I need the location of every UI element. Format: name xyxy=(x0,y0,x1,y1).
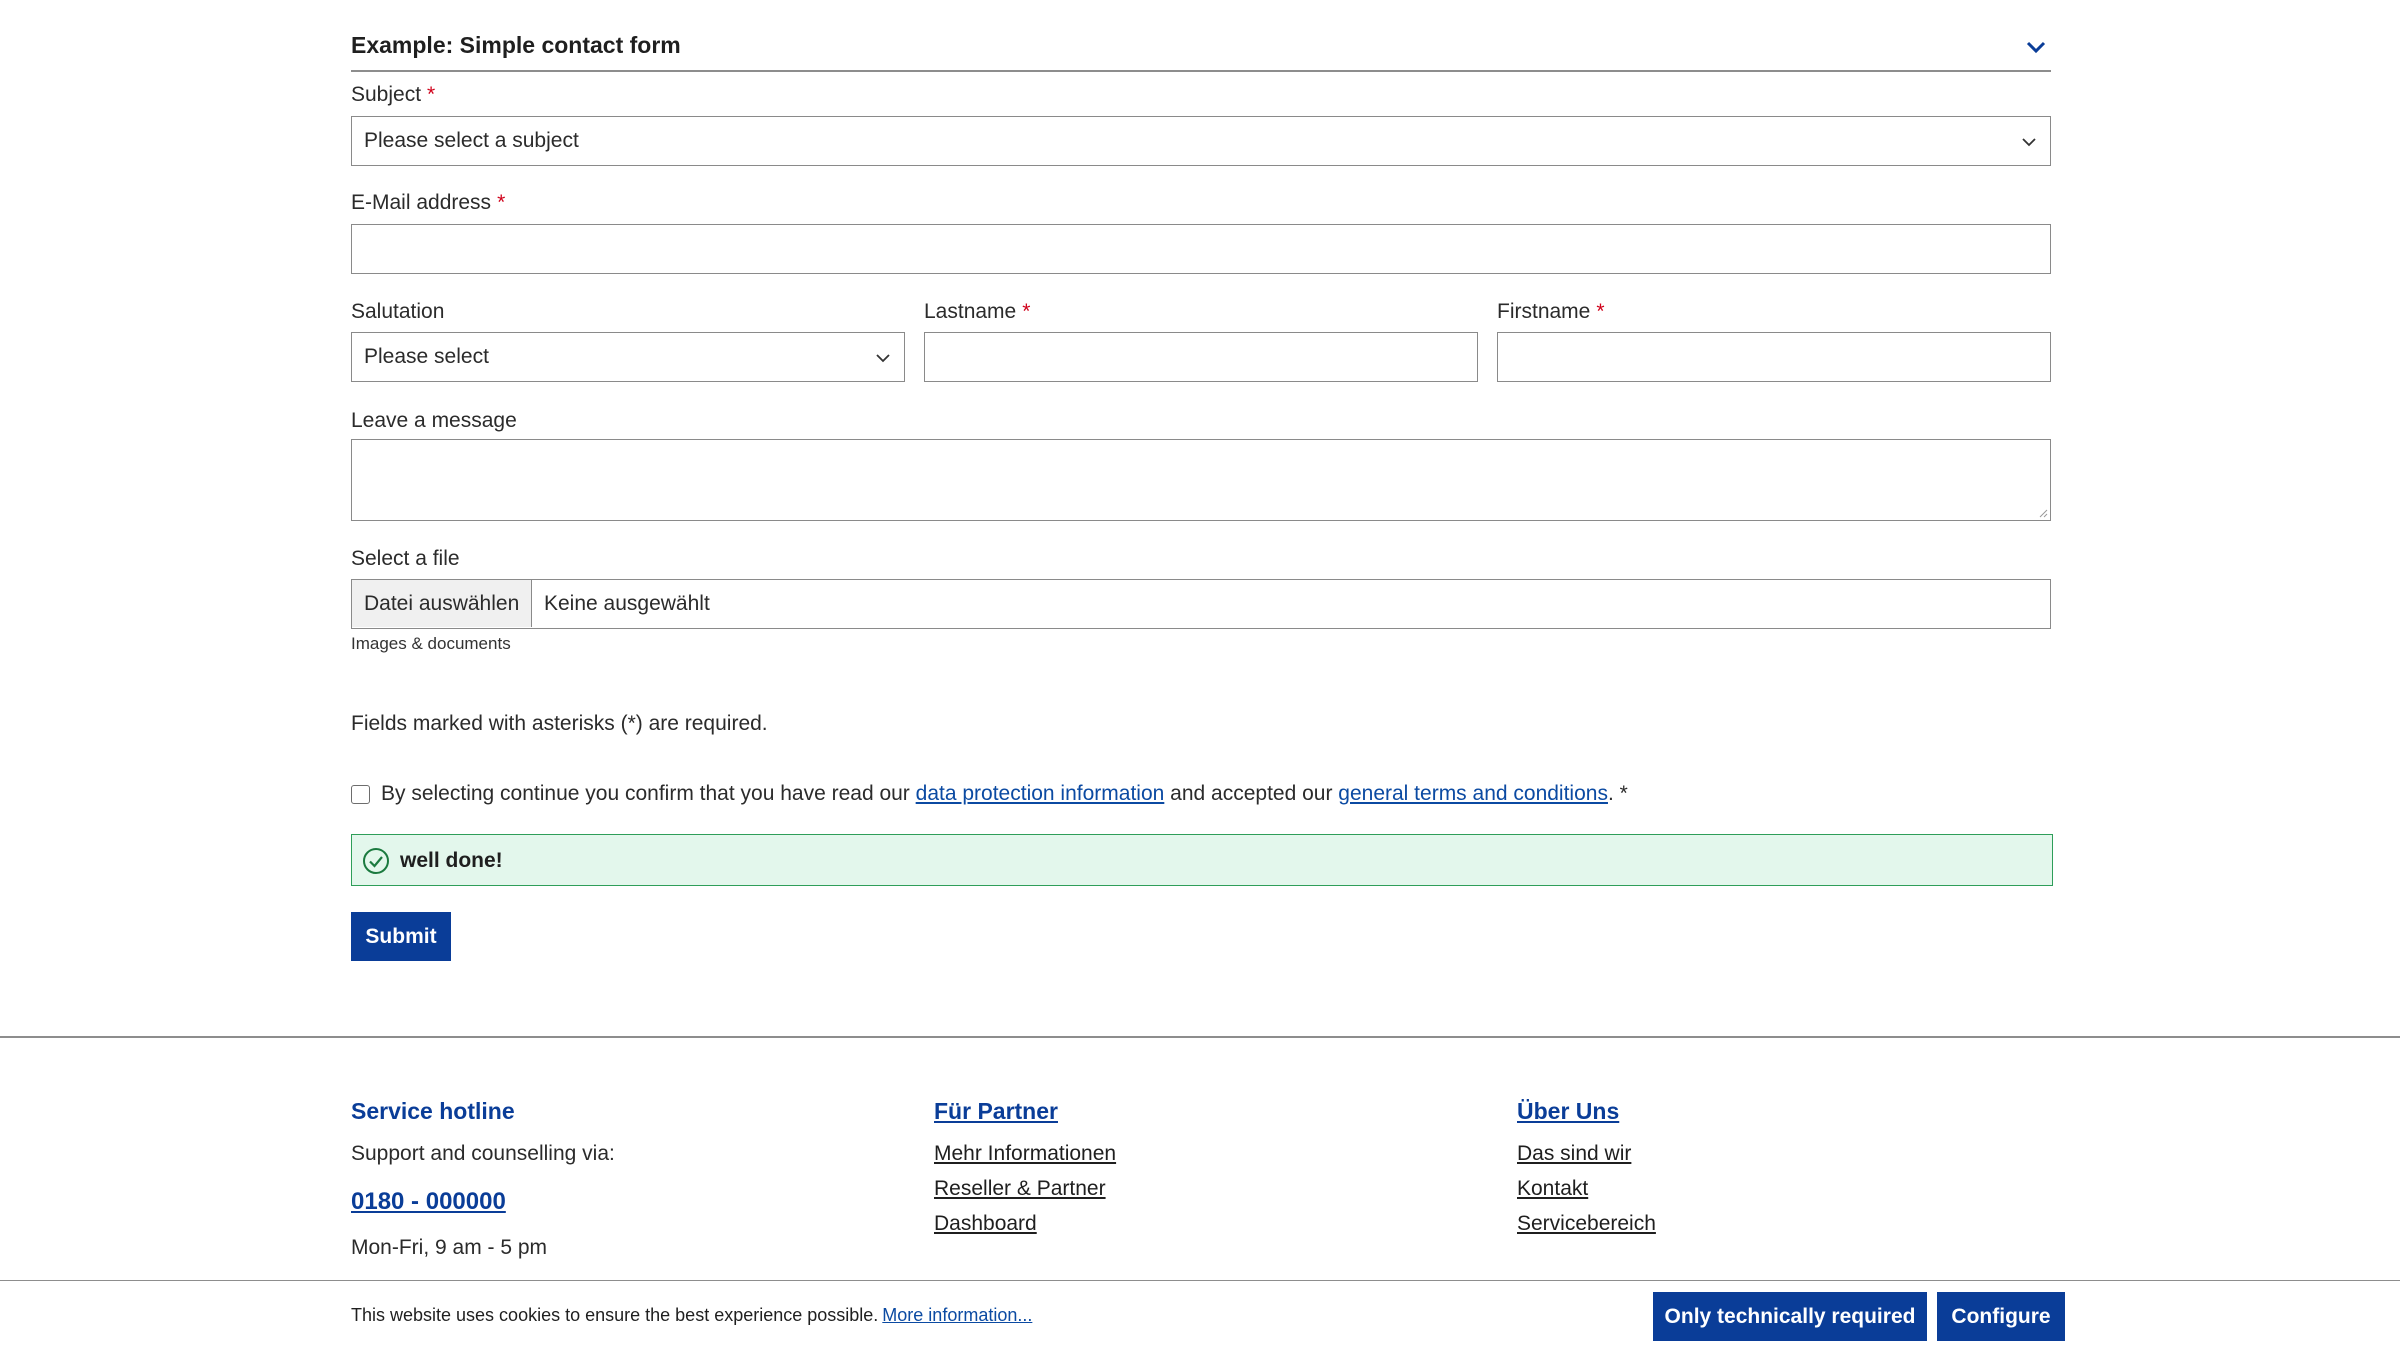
file-label: Select a file xyxy=(351,547,460,570)
data-protection-link[interactable]: data protection information xyxy=(916,782,1165,805)
message-textarea[interactable] xyxy=(351,439,2051,521)
hotline-link[interactable]: 0180 - 000000 xyxy=(351,1188,615,1216)
required-mark: * xyxy=(427,83,436,106)
footer-about: Über Uns Das sind wir Kontakt Serviceber… xyxy=(1517,1098,1656,1247)
partner-title-link[interactable]: Für Partner xyxy=(934,1098,1116,1125)
footer-divider xyxy=(0,1036,2400,1038)
chevron-down-icon xyxy=(876,354,890,363)
message-label: Leave a message xyxy=(351,409,517,432)
firstname-label: Firstname * xyxy=(1497,300,1605,323)
required-note: Fields marked with asterisks (*) are req… xyxy=(351,712,768,735)
salutation-select[interactable]: Please select xyxy=(351,332,905,382)
lastname-field[interactable] xyxy=(924,332,1478,382)
only-technical-button[interactable]: Only technically required xyxy=(1653,1292,1927,1341)
footer-link-kontakt[interactable]: Kontakt xyxy=(1517,1177,1656,1201)
resize-handle-icon[interactable] xyxy=(2038,508,2048,518)
configure-button[interactable]: Configure xyxy=(1937,1292,2065,1341)
file-input[interactable]: Datei auswählen Keine ausgewählt xyxy=(351,579,2051,629)
subject-select[interactable]: Please select a subject xyxy=(351,116,2051,166)
required-mark: * xyxy=(1596,300,1605,323)
chevron-down-icon[interactable] xyxy=(2025,36,2047,58)
check-circle-icon xyxy=(363,848,389,874)
service-title: Service hotline xyxy=(351,1098,515,1124)
about-title-link[interactable]: Über Uns xyxy=(1517,1098,1656,1125)
success-alert: well done! xyxy=(351,834,2053,886)
footer-link-servicebereich[interactable]: Servicebereich xyxy=(1517,1212,1656,1236)
form-title: Example: Simple contact form xyxy=(351,32,681,58)
required-mark: * xyxy=(1022,300,1031,323)
footer-link-dashboard[interactable]: Dashboard xyxy=(934,1212,1116,1236)
subject-select-value: Please select a subject xyxy=(364,129,579,152)
lastname-label: Lastname * xyxy=(924,300,1031,323)
terms-link[interactable]: general terms and conditions xyxy=(1338,782,1608,805)
service-subtitle: Support and counselling via: xyxy=(351,1142,615,1165)
success-message: well done! xyxy=(400,849,503,872)
salutation-label: Salutation xyxy=(351,300,445,323)
email-field[interactable] xyxy=(351,224,2051,274)
file-hint: Images & documents xyxy=(351,634,511,653)
footer-link-reseller[interactable]: Reseller & Partner xyxy=(934,1177,1116,1201)
salutation-select-value: Please select xyxy=(364,345,489,368)
required-mark: * xyxy=(497,191,506,214)
cookie-more-info-link[interactable]: More information... xyxy=(882,1305,1032,1325)
footer-partner: Für Partner Mehr Informationen Reseller … xyxy=(934,1098,1116,1247)
firstname-field[interactable] xyxy=(1497,332,2051,382)
submit-button[interactable]: Submit xyxy=(351,912,451,961)
consent-checkbox[interactable] xyxy=(351,785,370,804)
footer-link-mehr-informationen[interactable]: Mehr Informationen xyxy=(934,1142,1116,1166)
cookie-banner: This website uses cookies to ensure the … xyxy=(0,1280,2400,1350)
service-hours: Mon-Fri, 9 am - 5 pm xyxy=(351,1236,548,1259)
chevron-down-icon xyxy=(2022,138,2036,147)
subject-label: Subject * xyxy=(351,83,436,106)
footer-link-das-sind-wir[interactable]: Das sind wir xyxy=(1517,1142,1656,1166)
consent-text: By selecting continue you confirm that y… xyxy=(381,782,1628,805)
form-section-header[interactable]: Example: Simple contact form xyxy=(351,24,2051,72)
email-label: E-Mail address * xyxy=(351,191,506,214)
choose-file-button[interactable]: Datei auswählen xyxy=(352,580,532,627)
cookie-text: This website uses cookies to ensure the … xyxy=(351,1305,1033,1325)
file-status: Keine ausgewählt xyxy=(544,592,710,615)
choose-file-button-label: Datei auswählen xyxy=(364,592,520,615)
footer-service: Service hotline Support and counselling … xyxy=(351,1098,615,1260)
